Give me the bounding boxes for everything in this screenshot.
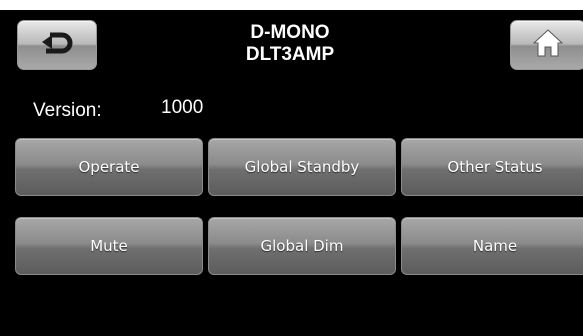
version-label: Version: [33, 100, 102, 121]
global-dim-button[interactable]: Global Dim [208, 217, 396, 275]
device-model: DLT3AMP [245, 44, 335, 65]
other-status-button[interactable]: Other Status [401, 138, 583, 196]
back-arrow-icon [38, 29, 76, 62]
device-name: D-MONO [250, 22, 330, 43]
mute-button[interactable]: Mute [15, 217, 203, 275]
name-button[interactable]: Name [401, 217, 583, 275]
global-standby-button[interactable]: Global Standby [208, 138, 396, 196]
operate-button[interactable]: Operate [15, 138, 203, 196]
back-button[interactable] [17, 20, 97, 70]
touch-panel-screen: D-MONO DLT3AMP Version: 1000 Operate Glo… [0, 10, 583, 336]
version-value: 1000 [161, 97, 204, 118]
page-title: D-MONO DLT3AMP [190, 22, 390, 66]
home-icon [532, 28, 564, 62]
home-button[interactable] [510, 20, 583, 70]
